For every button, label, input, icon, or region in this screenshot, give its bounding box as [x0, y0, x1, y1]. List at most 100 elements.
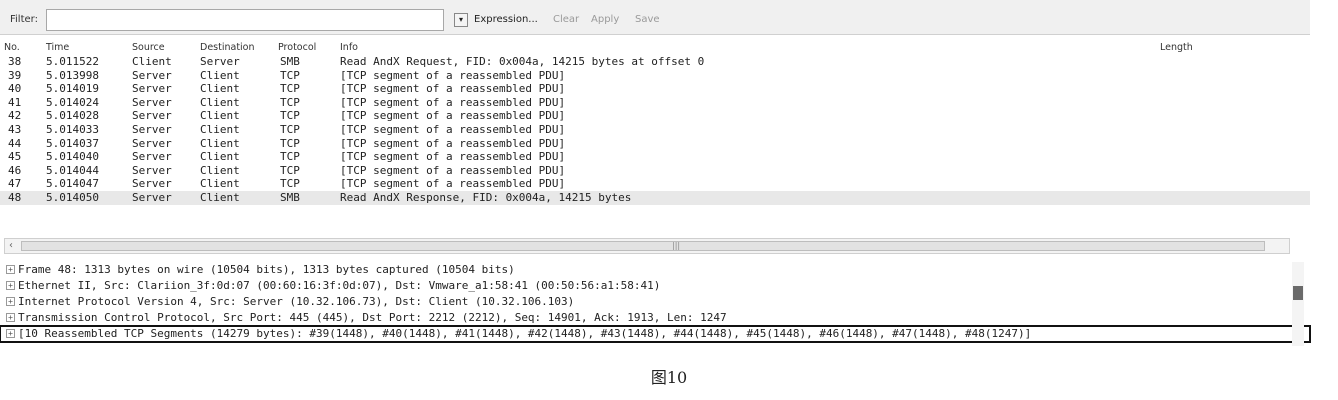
packet-row[interactable]: 41 5.014024 Server Client TCP [TCP segment of… [0, 96, 1310, 110]
detail-tree-item[interactable]: + Ethernet II, Src: Clariion_3f:0d:07 (00… [0, 278, 1310, 294]
packet-cell-no: 45 [8, 150, 22, 164]
expand-icon[interactable]: + [6, 313, 15, 322]
packet-cell-destination: Client [200, 68, 240, 82]
detail-tree-label: [10 Reassembled TCP Segments (14279 byte… [18, 327, 1032, 340]
packet-cell-info: [TCP segment of a reassembled PDU] [340, 82, 566, 96]
packet-cell-time: 5.014033 [46, 122, 99, 136]
packet-cell-time: 5.014044 [46, 163, 99, 177]
packet-cell-info: [TCP segment of a reassembled PDU] [340, 136, 566, 150]
detail-tree-label: Transmission Control Protocol, Src Port:… [18, 311, 727, 324]
packet-cell-protocol: TCP [280, 109, 300, 123]
packet-cell-info: [TCP segment of a reassembled PDU] [340, 68, 566, 82]
packet-cell-protocol: SMB [280, 190, 300, 204]
packet-cell-info: [TCP segment of a reassembled PDU] [340, 150, 566, 164]
column-header-protocol[interactable]: Protocol [278, 42, 316, 53]
filter-toolbar: Filter: ▾ Expression... Clear Apply Save [0, 0, 1310, 35]
packet-cell-source: Server [132, 122, 172, 136]
packet-cell-source: Server [132, 136, 172, 150]
figure-caption: 图10 [650, 368, 688, 387]
packet-cell-time: 5.014028 [46, 109, 99, 123]
packet-cell-no: 39 [8, 68, 22, 82]
packet-row[interactable]: 44 5.014037 Server Client TCP [TCP segment of… [0, 137, 1310, 151]
detail-tree-item[interactable]: + Internet Protocol Version 4, Src: Serve… [0, 294, 1310, 310]
packet-row[interactable]: 43 5.014033 Server Client TCP [TCP segment of… [0, 123, 1310, 137]
vertical-scrollbar-thumb[interactable] [1293, 286, 1303, 300]
packet-row[interactable]: 42 5.014028 Server Client TCP [TCP segment of… [0, 109, 1310, 123]
packet-cell-destination: Client [200, 190, 240, 204]
column-header-info[interactable]: Info [340, 42, 358, 53]
detail-tree-item[interactable]: + Transmission Control Protocol, Src Port… [0, 310, 1310, 326]
packet-cell-no: 44 [8, 136, 22, 150]
packet-cell-no: 41 [8, 95, 22, 109]
packet-cell-info: [TCP segment of a reassembled PDU] [340, 163, 566, 177]
expand-icon[interactable]: + [6, 297, 15, 306]
packet-cell-time: 5.014040 [46, 150, 99, 164]
packet-cell-time: 5.014050 [46, 190, 99, 204]
packet-row[interactable]: 48 5.014050 Server Client SMB Read AndX Respo… [0, 190, 1310, 205]
packet-cell-source: Client [132, 55, 172, 68]
expression-button[interactable]: Expression... [474, 14, 538, 25]
packet-cell-destination: Server [200, 55, 240, 68]
filter-input[interactable] [46, 9, 444, 31]
packet-cell-info: [TCP segment of a reassembled PDU] [340, 122, 566, 136]
packet-cell-time: 5.014019 [46, 82, 99, 96]
packet-cell-info: [TCP segment of a reassembled PDU] [340, 95, 566, 109]
scroll-left-icon[interactable]: ‹ [9, 240, 13, 251]
packet-cell-info: [TCP segment of a reassembled PDU] [340, 109, 566, 123]
packet-row[interactable]: 39 5.013998 Server Client TCP [TCP segment of… [0, 69, 1310, 83]
column-header-time[interactable]: Time [46, 42, 69, 53]
packet-cell-source: Server [132, 95, 172, 109]
packet-row[interactable]: 38 5.011522 Client Server SMB Read AndX Reque… [0, 55, 1310, 69]
expand-icon[interactable]: + [6, 329, 15, 338]
filter-dropdown-icon[interactable]: ▾ [454, 13, 468, 27]
packet-cell-source: Server [132, 190, 172, 204]
packet-cell-source: Server [132, 68, 172, 82]
expand-icon[interactable]: + [6, 265, 15, 274]
detail-tree-item[interactable]: + [10 Reassembled TCP Segments (14279 byt… [0, 325, 1311, 343]
packet-cell-destination: Client [200, 82, 240, 96]
save-button[interactable]: Save [635, 14, 660, 25]
packet-cell-no: 40 [8, 82, 22, 96]
vertical-scrollbar[interactable] [1292, 262, 1304, 346]
packet-cell-protocol: TCP [280, 82, 300, 96]
horizontal-scrollbar[interactable]: ‹ ||| [4, 238, 1290, 254]
scrollbar-thumb[interactable]: ||| [21, 241, 1265, 251]
packet-cell-protocol: SMB [280, 55, 300, 68]
packet-list: 38 5.011522 Client Server SMB Read AndX Reque… [0, 55, 1310, 205]
packet-cell-destination: Client [200, 95, 240, 109]
packet-cell-protocol: TCP [280, 68, 300, 82]
packet-cell-protocol: TCP [280, 163, 300, 177]
packet-cell-protocol: TCP [280, 150, 300, 164]
packet-cell-protocol: TCP [280, 136, 300, 150]
detail-tree-label: Ethernet II, Src: Clariion_3f:0d:07 (00:… [18, 279, 661, 292]
packet-cell-time: 5.014047 [46, 177, 99, 191]
packet-cell-protocol: TCP [280, 122, 300, 136]
column-header-no[interactable]: No. [4, 42, 20, 53]
packet-row[interactable]: 40 5.014019 Server Client TCP [TCP segment of… [0, 82, 1310, 96]
packet-cell-destination: Client [200, 163, 240, 177]
packet-cell-source: Server [132, 177, 172, 191]
clear-button[interactable]: Clear [553, 14, 579, 25]
packet-cell-destination: Client [200, 150, 240, 164]
apply-button[interactable]: Apply [591, 14, 619, 25]
packet-cell-info: Read AndX Request, FID: 0x004a, 14215 by… [340, 55, 705, 68]
packet-cell-time: 5.014024 [46, 95, 99, 109]
packet-cell-info: [TCP segment of a reassembled PDU] [340, 177, 566, 191]
packet-cell-info: Read AndX Response, FID: 0x004a, 14215 b… [340, 190, 632, 204]
detail-tree-label: Frame 48: 1313 bytes on wire (10504 bits… [18, 263, 515, 276]
expand-icon[interactable]: + [6, 281, 15, 290]
packet-row[interactable]: 47 5.014047 Server Client TCP [TCP segment of… [0, 177, 1310, 191]
detail-tree-label: Internet Protocol Version 4, Src: Server… [18, 295, 575, 308]
column-header-destination[interactable]: Destination [200, 42, 255, 53]
packet-row[interactable]: 45 5.014040 Server Client TCP [TCP segment of… [0, 150, 1310, 164]
column-header-source[interactable]: Source [132, 42, 165, 53]
packet-cell-destination: Client [200, 177, 240, 191]
packet-cell-no: 42 [8, 109, 22, 123]
column-header-length[interactable]: Length [1160, 42, 1193, 53]
detail-tree-item[interactable]: + Frame 48: 1313 bytes on wire (10504 bit… [0, 262, 1310, 278]
packet-row[interactable]: 46 5.014044 Server Client TCP [TCP segment of… [0, 164, 1310, 178]
packet-cell-destination: Client [200, 122, 240, 136]
scrollbar-grip-icon: ||| [672, 241, 681, 250]
packet-cell-source: Server [132, 163, 172, 177]
packet-cell-time: 5.011522 [46, 55, 99, 68]
